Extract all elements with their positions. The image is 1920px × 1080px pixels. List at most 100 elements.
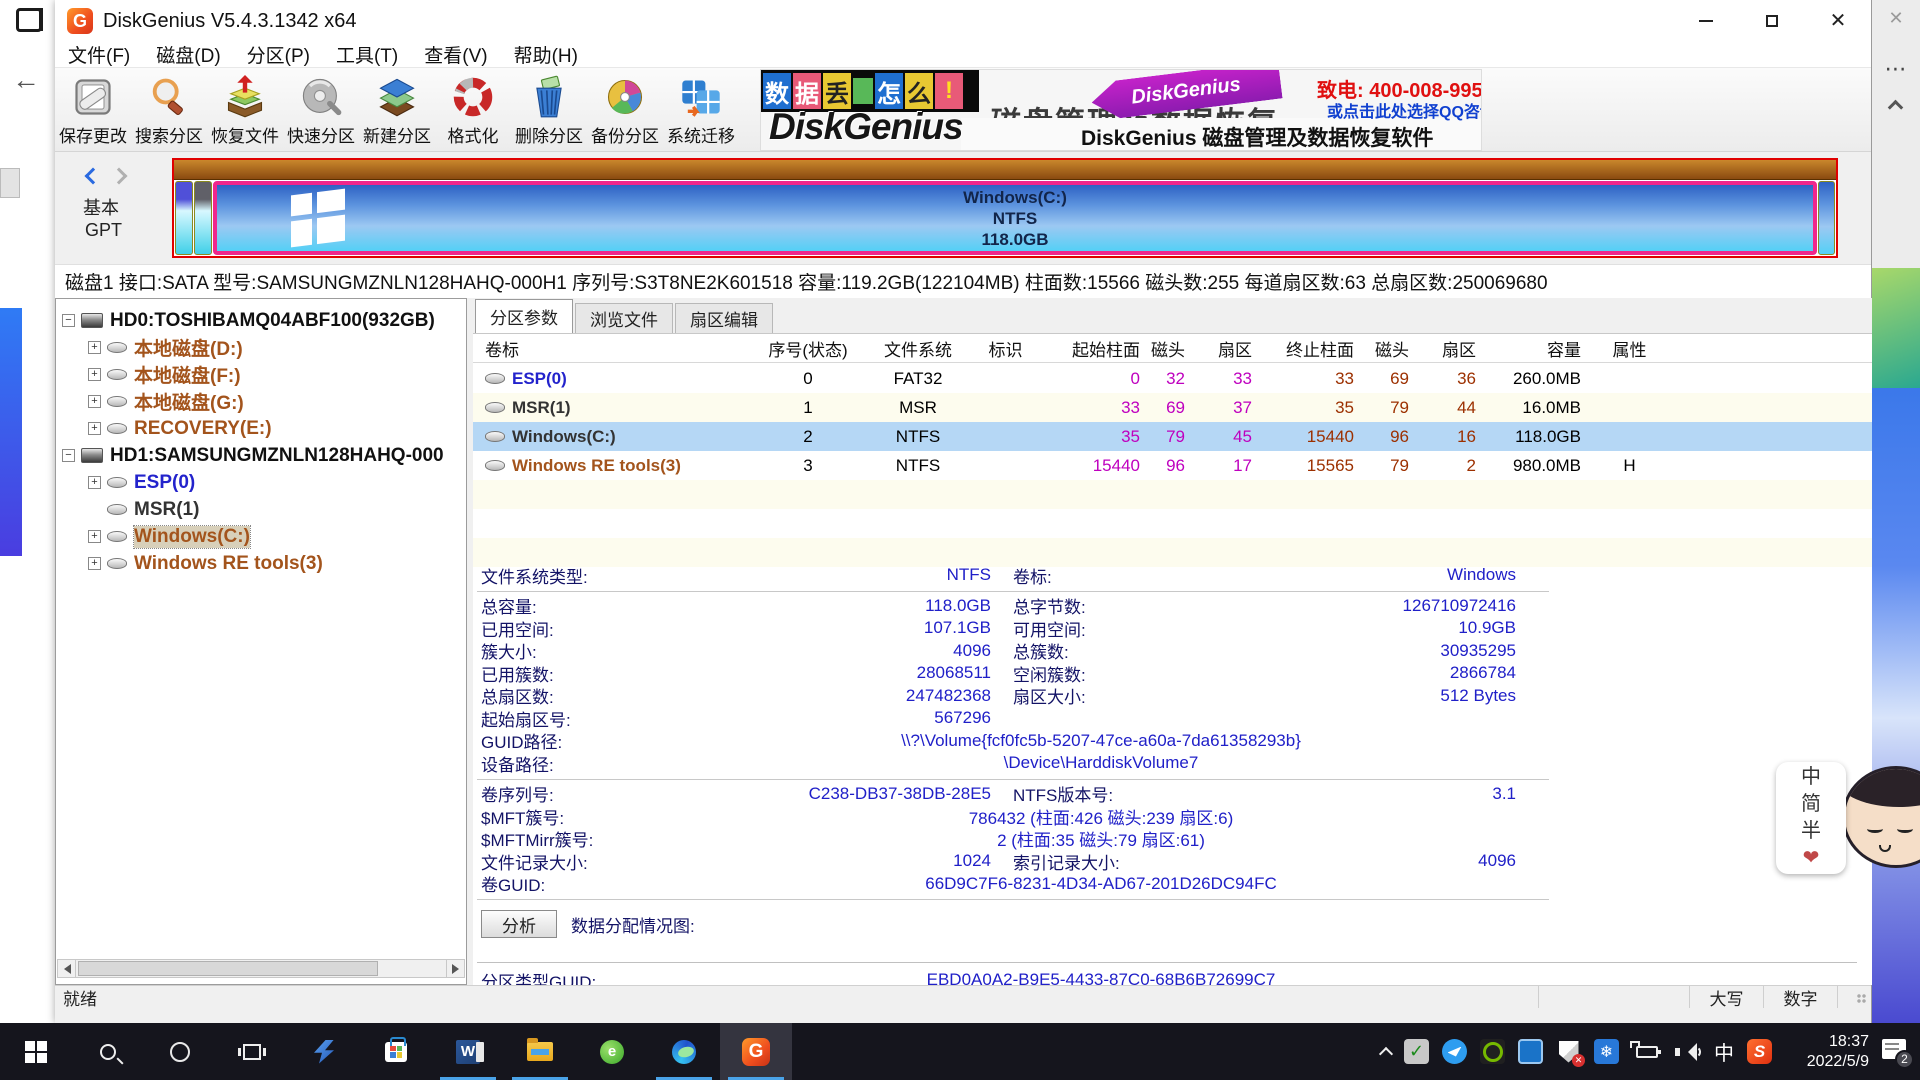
backup-partition-button[interactable]: 备份分区 xyxy=(587,68,663,150)
menu-partition[interactable]: 分区(P) xyxy=(234,41,323,68)
tree-horizontal-scrollbar[interactable] xyxy=(57,959,465,978)
col-start-sector[interactable]: 扇区 xyxy=(1185,336,1252,361)
scroll-right-button[interactable] xyxy=(446,960,464,977)
col-filesystem[interactable]: 文件系统 xyxy=(873,336,963,361)
tree-item-local-g[interactable]: + 本地磁盘(G:) xyxy=(56,388,466,415)
expand-icon[interactable]: + xyxy=(88,530,101,543)
quick-partition-button[interactable]: 快速分区 xyxy=(283,68,359,150)
table-row-esp[interactable]: ESP(0) 0 FAT32 0 32 33 33 69 36 260.0MB xyxy=(473,364,1872,393)
table-row-windows-c-selected[interactable]: Windows(C:) 2 NTFS 35 79 45 15440 96 16 … xyxy=(473,422,1872,451)
background-close-icon[interactable]: ✕ xyxy=(1872,8,1920,29)
maximize-button[interactable] xyxy=(1739,0,1805,42)
notification-center-button[interactable]: 2 xyxy=(1882,1039,1912,1065)
partition-block-re-tools[interactable] xyxy=(1818,181,1835,255)
table-row-windows-re[interactable]: Windows RE tools(3) 3 NTFS 15440 96 17 1… xyxy=(473,451,1872,480)
hidden-icons-chevron[interactable] xyxy=(1379,1046,1393,1060)
menu-help[interactable]: 帮助(H) xyxy=(501,41,591,68)
tree-item-msr[interactable]: MSR(1) xyxy=(56,496,466,523)
tree-item-recovery-e[interactable]: + RECOVERY(E:) xyxy=(56,415,466,442)
cortana-button[interactable] xyxy=(144,1023,216,1080)
banner-qq-link[interactable]: 或点击此处选择QQ咨询 xyxy=(1327,98,1482,122)
expand-icon[interactable]: + xyxy=(88,476,101,489)
delete-partition-button[interactable]: 删除分区 xyxy=(511,68,587,150)
nvidia-icon[interactable] xyxy=(1480,1039,1505,1064)
col-capacity[interactable]: 容量 xyxy=(1476,336,1581,361)
ime-favorite-heart-icon[interactable]: ❤ xyxy=(1803,846,1820,871)
save-changes-button[interactable]: 保存更改 xyxy=(55,68,131,150)
chevron-up-icon[interactable] xyxy=(1888,100,1904,116)
collapse-icon[interactable]: − xyxy=(62,449,75,462)
system-migration-button[interactable]: 系统迁移 xyxy=(663,68,739,150)
ime-mode-simplified[interactable]: 简 xyxy=(1801,792,1821,817)
menu-tools[interactable]: 工具(T) xyxy=(323,41,411,68)
prev-disk-icon[interactable] xyxy=(85,168,102,185)
tree-item-esp[interactable]: + ESP(0) xyxy=(56,469,466,496)
menu-file[interactable]: 文件(F) xyxy=(55,41,143,68)
browser-360-button[interactable]: e xyxy=(576,1023,648,1080)
microsoft-store-button[interactable] xyxy=(360,1023,432,1080)
start-button[interactable] xyxy=(0,1023,72,1080)
scroll-left-button[interactable] xyxy=(58,960,76,977)
search-partition-button[interactable]: 搜索分区 xyxy=(131,68,207,150)
col-end-head[interactable]: 磁头 xyxy=(1354,336,1409,361)
format-button[interactable]: 格式化 xyxy=(435,68,511,150)
col-start-head[interactable]: 磁头 xyxy=(1140,336,1185,361)
menu-view[interactable]: 查看(V) xyxy=(411,41,500,68)
partition-block-windows-c[interactable]: Windows(C:) NTFS 118.0GB xyxy=(213,181,1817,255)
taskbar-search-button[interactable] xyxy=(72,1023,144,1080)
col-index-status[interactable]: 序号(状态) xyxy=(743,336,873,361)
background-back-arrow-icon[interactable]: ← xyxy=(12,64,40,96)
defender-shield-icon[interactable]: ✕ xyxy=(1556,1039,1581,1064)
scrollbar-thumb[interactable] xyxy=(78,961,378,976)
col-end-sector[interactable]: 扇区 xyxy=(1409,336,1476,361)
close-button[interactable]: ✕ xyxy=(1805,0,1871,42)
taskbar-clock[interactable]: 18:37 2022/5/9 xyxy=(1785,1032,1869,1072)
tree-item-local-f[interactable]: + 本地磁盘(F:) xyxy=(56,361,466,388)
col-start-cylinder[interactable]: 起始柱面 xyxy=(1048,336,1140,361)
recover-files-button[interactable]: 恢复文件 xyxy=(207,68,283,150)
file-explorer-button[interactable] xyxy=(504,1023,576,1080)
flash-center-button[interactable] xyxy=(288,1023,360,1080)
partition-block-msr[interactable] xyxy=(194,181,212,255)
next-disk-icon[interactable] xyxy=(111,168,128,185)
analyze-button[interactable]: 分析 xyxy=(481,910,557,938)
expand-icon[interactable]: + xyxy=(88,368,101,381)
tree-item-windows-c[interactable]: + Windows(C:) xyxy=(56,523,466,550)
task-view-button[interactable] xyxy=(216,1023,288,1080)
edge-button[interactable] xyxy=(648,1023,720,1080)
tree-item-hd0[interactable]: − HD0:TOSHIBAMQ04ABF100(932GB) xyxy=(56,307,466,334)
ad-banner[interactable]: 磁盘管理及数据恢复 数 据 丢 怎 么 ! DiskGenius DiskGen… xyxy=(760,69,1482,151)
dingtalk-icon[interactable] xyxy=(1442,1039,1467,1064)
update-check-icon[interactable]: ✓ xyxy=(1404,1039,1429,1064)
ime-mode-chinese[interactable]: 中 xyxy=(1801,765,1821,790)
more-options-icon[interactable]: ⋯ xyxy=(1872,56,1920,82)
tab-partition-parameters[interactable]: 分区参数 xyxy=(475,299,573,333)
minimize-button[interactable] xyxy=(1673,0,1739,42)
volume-icon[interactable] xyxy=(1675,1042,1701,1062)
ime-language-indicator[interactable]: 中 xyxy=(1714,1037,1734,1066)
menu-disk[interactable]: 磁盘(D) xyxy=(143,41,233,68)
col-attributes[interactable]: 属性 xyxy=(1581,336,1678,361)
tab-browse-files[interactable]: 浏览文件 xyxy=(575,303,673,333)
tree-item-local-d[interactable]: + 本地磁盘(D:) xyxy=(56,334,466,361)
sogou-ime-statusbar[interactable]: 中 简 半 ❤ xyxy=(1776,762,1846,874)
collapse-icon[interactable]: − xyxy=(62,314,75,327)
intel-graphics-icon[interactable] xyxy=(1518,1039,1543,1064)
disk-header-strip[interactable] xyxy=(174,160,1836,180)
background-window-restore-icon[interactable] xyxy=(16,8,42,32)
battery-plugged-icon[interactable] xyxy=(1632,1039,1662,1064)
word-button[interactable]: W xyxy=(432,1023,504,1080)
expand-icon[interactable]: + xyxy=(88,557,101,570)
snowflake-tool-icon[interactable]: ❄ xyxy=(1594,1039,1619,1064)
sogou-tray-icon[interactable]: S xyxy=(1747,1039,1772,1064)
partition-block-esp[interactable] xyxy=(175,181,193,255)
col-flag[interactable]: 标识 xyxy=(963,336,1048,361)
ime-mode-halfwidth[interactable]: 半 xyxy=(1801,819,1821,844)
tree-item-windows-re[interactable]: + Windows RE tools(3) xyxy=(56,550,466,577)
table-row-msr[interactable]: MSR(1) 1 MSR 33 69 37 35 79 44 16.0MB xyxy=(473,393,1872,422)
diskgenius-taskbar-button[interactable]: G xyxy=(720,1023,792,1080)
resize-grip[interactable] xyxy=(1837,986,1871,1008)
tab-sector-edit[interactable]: 扇区编辑 xyxy=(675,303,773,333)
tree-item-hd1[interactable]: − HD1:SAMSUNGMZNLN128HAHQ-000 xyxy=(56,442,466,469)
new-partition-button[interactable]: 新建分区 xyxy=(359,68,435,150)
